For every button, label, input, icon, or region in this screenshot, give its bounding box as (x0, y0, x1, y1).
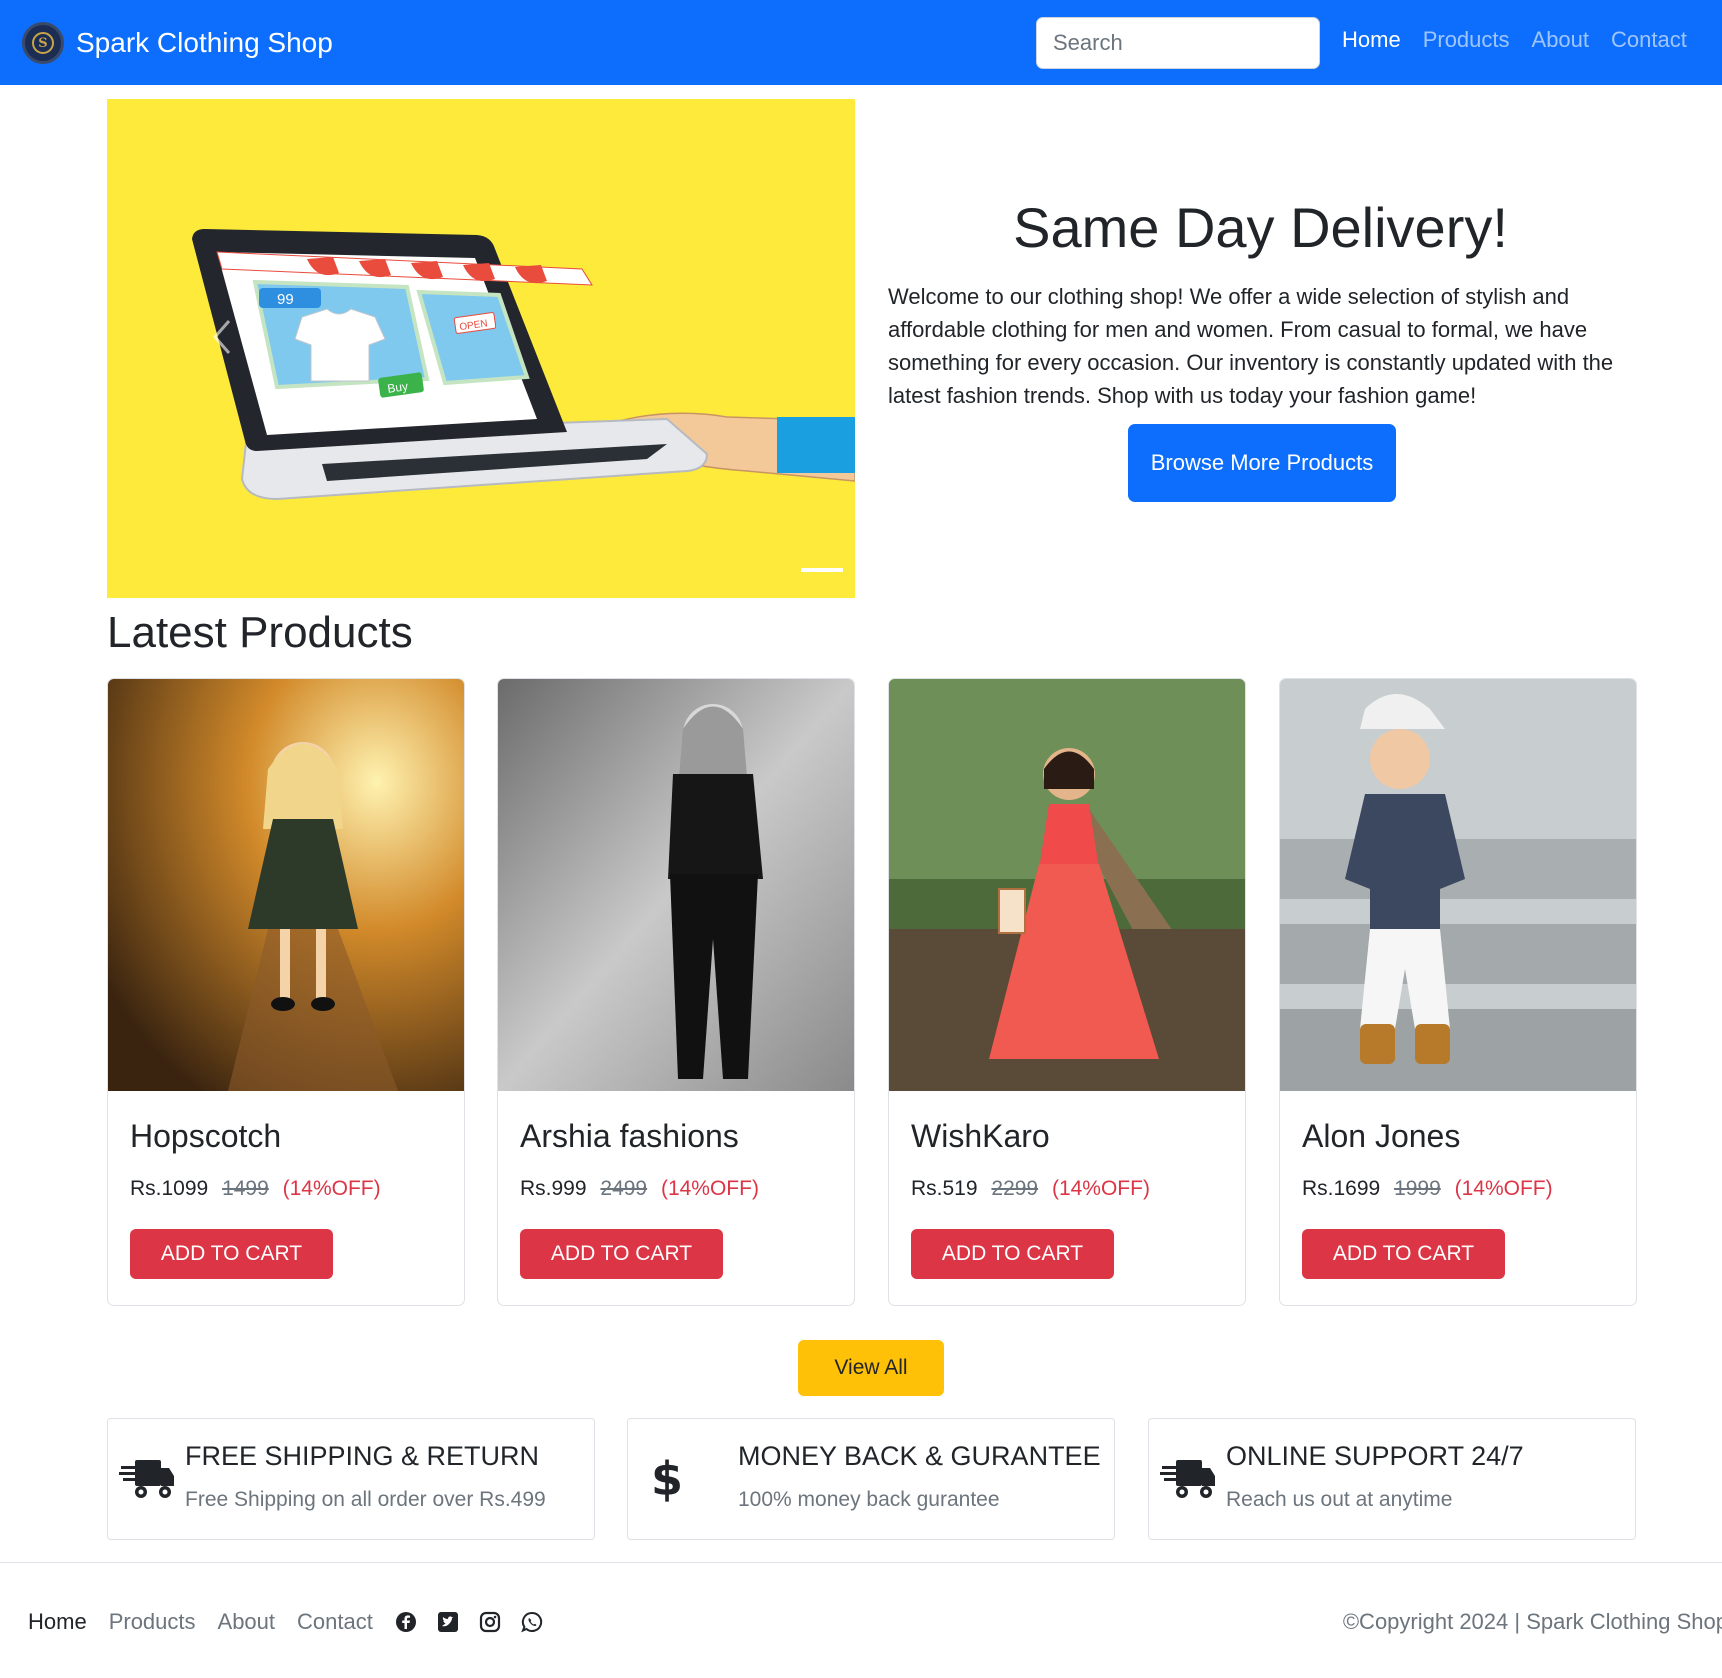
instagram-icon[interactable] (479, 1611, 501, 1633)
product-image[interactable] (1280, 679, 1636, 1091)
carousel-indicator[interactable] (801, 568, 843, 572)
original-price: 1999 (1394, 1177, 1441, 1200)
original-price: 1499 (222, 1177, 269, 1200)
product-card: Alon Jones Rs.1699 1999 (14%OFF) ADD TO … (1279, 678, 1637, 1306)
price-tag-text: 99 (277, 291, 294, 308)
product-image[interactable] (889, 679, 1245, 1091)
brand-logo-icon: S (22, 22, 64, 64)
footer-about-link[interactable]: About (218, 1609, 276, 1635)
hero-description: Welcome to our clothing shop! We offer a… (888, 284, 1614, 408)
product-name[interactable]: Alon Jones (1302, 1118, 1460, 1155)
original-price: 2299 (991, 1177, 1039, 1200)
whatsapp-icon[interactable] (521, 1611, 543, 1633)
current-price: Rs.1699 (1302, 1177, 1381, 1200)
discount-label: (14%OFF) (282, 1177, 381, 1200)
product-name[interactable]: Hopscotch (130, 1118, 281, 1155)
footer-links: Home Products About Contact (28, 1609, 543, 1635)
add-to-cart-button[interactable]: ADD TO CART (520, 1229, 723, 1279)
footer-contact-link[interactable]: Contact (297, 1609, 373, 1635)
footer-products-link[interactable]: Products (109, 1609, 196, 1635)
current-price: Rs.1099 (130, 1177, 209, 1200)
hero-title: Same Day Delivery! (1013, 196, 1508, 259)
search-input[interactable] (1036, 17, 1320, 69)
truck-icon (1159, 1449, 1217, 1509)
hero-carousel-image: 99 Buy OPEN (107, 99, 855, 598)
product-name[interactable]: WishKaro (911, 1118, 1050, 1155)
browse-products-button[interactable]: Browse More Products (1128, 424, 1396, 502)
nav-links: Home Products About Contact (1342, 27, 1687, 53)
social-links (395, 1611, 543, 1633)
feature-title: MONEY BACK & GURANTEE (738, 1441, 1101, 1471)
brand[interactable]: S Spark Clothing Shop (22, 22, 333, 64)
feature-subtitle: 100% money back gurantee (738, 1488, 1000, 1511)
nav-home[interactable]: Home (1342, 27, 1401, 53)
discount-label: (14%OFF) (660, 1177, 759, 1200)
product-price: Rs.519 2299 (14%OFF) (911, 1177, 1150, 1201)
current-price: Rs.519 (911, 1177, 978, 1200)
hero-text: Same Day Delivery! Welcome to our clothi… (888, 195, 1633, 412)
feature-subtitle: Free Shipping on all order over Rs.499 (185, 1488, 546, 1511)
product-card: Hopscotch Rs.1099 1499 (14%OFF) ADD TO C… (107, 678, 465, 1306)
feature-box: FREE SHIPPING & RETURN Free Shipping on … (107, 1418, 595, 1540)
buy-button-text: Buy (386, 379, 408, 396)
product-card: Arshia fashions Rs.999 2499 (14%OFF) ADD… (497, 678, 855, 1306)
feature-title: FREE SHIPPING & RETURN (185, 1441, 540, 1471)
product-price: Rs.1099 1499 (14%OFF) (130, 1177, 381, 1201)
feature-box: ONLINE SUPPORT 24/7 Reach us out at anyt… (1148, 1418, 1636, 1540)
brand-name: Spark Clothing Shop (76, 27, 333, 58)
view-all-button[interactable]: View All (798, 1340, 944, 1396)
product-price: Rs.1699 1999 (14%OFF) (1302, 1177, 1553, 1201)
latest-products-title: Latest Products (107, 608, 413, 657)
add-to-cart-button[interactable]: ADD TO CART (1302, 1229, 1505, 1279)
add-to-cart-button[interactable]: ADD TO CART (911, 1229, 1114, 1279)
nav-products[interactable]: Products (1423, 27, 1510, 53)
truck-icon (118, 1449, 176, 1509)
original-price: 2499 (600, 1177, 648, 1200)
feature-title: ONLINE SUPPORT 24/7 (1226, 1441, 1524, 1471)
product-name[interactable]: Arshia fashions (520, 1118, 739, 1155)
discount-label: (14%OFF) (1454, 1177, 1553, 1200)
feature-box: $ MONEY BACK & GURANTEE 100% money back … (627, 1418, 1115, 1540)
footer: Home Products About Contact ©Copyright 2… (0, 1562, 1722, 1678)
laptop-shopping-illustration: 99 Buy OPEN (107, 99, 855, 598)
add-to-cart-button[interactable]: ADD TO CART (130, 1229, 333, 1279)
twitter-icon[interactable] (437, 1611, 459, 1633)
feature-subtitle: Reach us out at anytime (1226, 1488, 1453, 1511)
product-price: Rs.999 2499 (14%OFF) (520, 1177, 759, 1201)
product-image[interactable] (498, 679, 854, 1091)
facebook-icon[interactable] (395, 1611, 417, 1633)
current-price: Rs.999 (520, 1177, 587, 1200)
dollar-icon: $ (650, 1452, 683, 1506)
copyright-text: ©Copyright 2024 | Spark Clothing Shop (1342, 1609, 1722, 1634)
nav-contact[interactable]: Contact (1611, 27, 1687, 53)
product-card: WishKaro Rs.519 2299 (14%OFF) ADD TO CAR… (888, 678, 1246, 1306)
footer-home-link[interactable]: Home (28, 1609, 87, 1635)
discount-label: (14%OFF) (1051, 1177, 1150, 1200)
nav-about[interactable]: About (1532, 27, 1590, 53)
product-image[interactable] (108, 679, 464, 1091)
navbar: S Spark Clothing Shop Home Products Abou… (0, 0, 1722, 85)
